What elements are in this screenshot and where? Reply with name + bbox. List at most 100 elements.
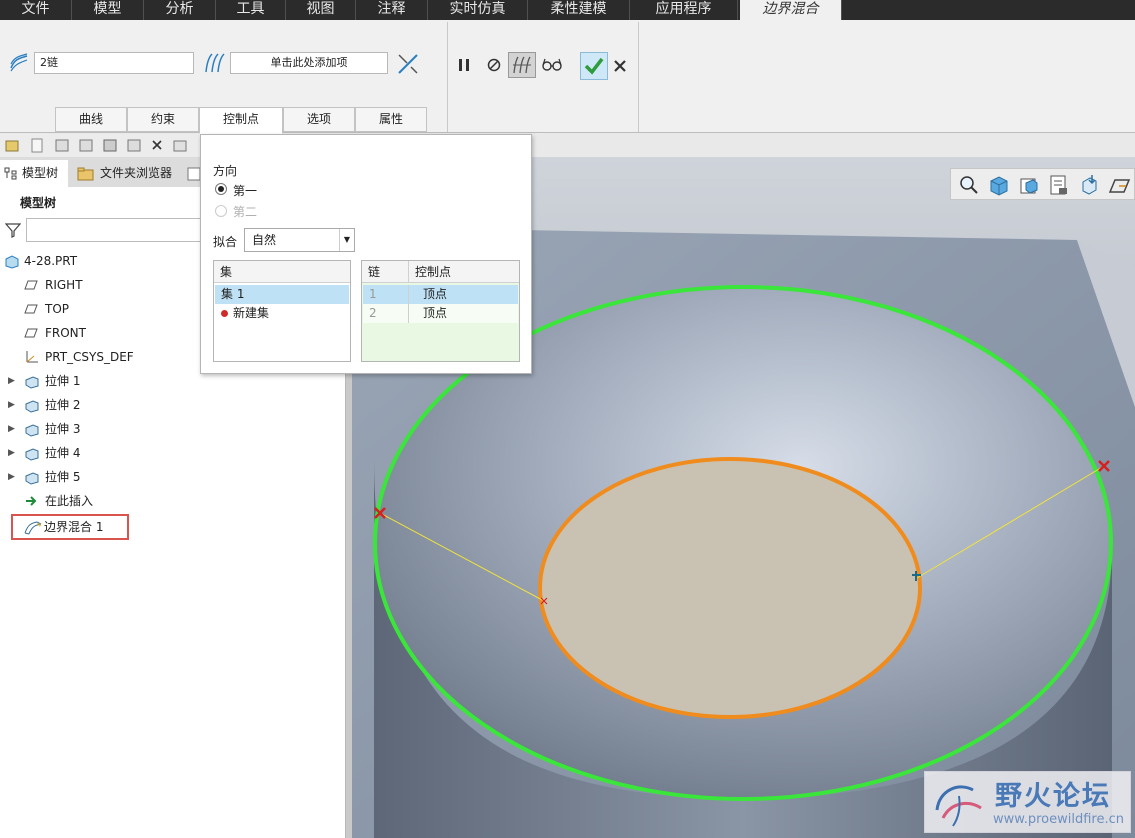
part-icon [5, 255, 19, 269]
menu-tab-file[interactable]: 文件 [0, 0, 72, 20]
tree-item-label: 拉伸 5 [45, 470, 81, 484]
extrude-icon [25, 424, 39, 437]
toggle-direction-icon[interactable] [396, 52, 420, 76]
tree-item-label: 4-28.PRT [24, 254, 78, 268]
expand-arrow-icon[interactable]: ▶ [8, 394, 15, 416]
folder-icon [77, 167, 94, 181]
menu-tab-boundary-blend[interactable]: 边界混合 [740, 0, 842, 20]
menu-tab-model[interactable]: 模型 [72, 0, 144, 20]
tab-model-tree[interactable]: 模型树 [0, 160, 68, 187]
direction-second-label: 第二 [233, 205, 258, 219]
fit-select[interactable]: 自然 ▼ [244, 228, 355, 252]
ribbon: 2链 单击此处添加项 曲线 约束 控制点 选项 属性 [0, 20, 1135, 134]
ribbon-separator [447, 22, 448, 132]
control-point-cell: 顶点 [423, 306, 448, 320]
csys-icon [26, 351, 38, 363]
tree-item-boundary-blend[interactable]: * 边界混合 1 [11, 514, 129, 540]
control-point-header: 控制点 [408, 261, 519, 283]
table-row[interactable]: 1 顶点 [363, 285, 518, 304]
verify-glasses-icon[interactable] [541, 55, 563, 73]
cancel-x-icon[interactable] [612, 58, 628, 74]
expand-arrow-icon[interactable]: ▶ [8, 442, 15, 464]
cell-divider [408, 304, 409, 323]
subtab-options[interactable]: 选项 [283, 107, 355, 132]
appearance-icon[interactable] [1077, 173, 1101, 197]
menu-tab-simulation[interactable]: 实时仿真 [428, 0, 528, 20]
datum-plane-icon [24, 280, 38, 290]
sets-header: 集 [214, 261, 350, 283]
tree-item-label: 边界混合 1 [44, 520, 104, 534]
menu-tab-annotate[interactable]: 注释 [356, 0, 428, 20]
subtab-control-points[interactable]: 控制点 [199, 107, 283, 134]
tree-filter-input[interactable] [26, 218, 201, 242]
menu-tab-analysis[interactable]: 分析 [144, 0, 216, 20]
second-direction-icon[interactable] [202, 52, 226, 74]
pause-icon[interactable] [455, 56, 473, 74]
tree-item-label: PRT_CSYS_DEF [45, 350, 134, 364]
new-set-item[interactable]: 新建集 [215, 304, 349, 323]
tab-folder-browser-label: 文件夹浏览器 [100, 166, 173, 180]
boundary-blend-icon: * [24, 521, 42, 535]
model-tree-title: 模型树 [20, 196, 57, 210]
sketch-plane-icon[interactable] [1108, 173, 1132, 197]
geometry-preview-button[interactable] [508, 52, 536, 78]
model-tree-toolbar [0, 134, 200, 157]
fit-label: 拟合 [213, 235, 238, 249]
menu-tab-flexible-modeling[interactable]: 柔性建模 [528, 0, 630, 20]
set-item-1[interactable]: 集 1 [215, 285, 349, 304]
saved-views-icon[interactable] [1017, 173, 1041, 197]
tab-folder-browser[interactable]: 文件夹浏览器 [72, 160, 180, 187]
second-direction-field[interactable]: 单击此处添加项 [230, 52, 388, 74]
direction-second-radio[interactable] [215, 205, 227, 217]
control-points-panel: 方向 第一 第二 拟合 自然 ▼ 集 集 1 新建集 链 控制点 1 顶点 2 … [200, 134, 532, 374]
direction-first-label: 第一 [233, 184, 258, 198]
toolbar-icons [5, 138, 187, 153]
subtab-curves[interactable]: 曲线 [55, 107, 127, 132]
tree-item-label: 在此插入 [45, 494, 94, 508]
extrude-icon [25, 400, 39, 413]
tree-item-insert-here[interactable]: 在此插入 [24, 490, 304, 512]
no-preview-icon[interactable] [485, 56, 503, 74]
confirm-button[interactable] [580, 52, 608, 80]
datum-plane-icon [24, 328, 38, 338]
tab-model-tree-label: 模型树 [22, 166, 59, 180]
tree-item-label: 拉伸 2 [45, 398, 81, 412]
subtab-properties[interactable]: 属性 [355, 107, 427, 132]
chain-header: 链 [362, 261, 408, 283]
expand-arrow-icon[interactable]: ▶ [8, 466, 15, 488]
expand-arrow-icon[interactable]: ▶ [8, 370, 15, 392]
forum-watermark: 野火论坛 www.proewildfire.cn [924, 771, 1131, 833]
new-set-label: 新建集 [233, 306, 270, 320]
cell-divider [408, 285, 409, 304]
chain-cell: 2 [369, 306, 377, 320]
chevron-down-icon: ▼ [339, 229, 354, 251]
shading-icon[interactable] [987, 173, 1011, 197]
tree-item-extrude-3[interactable]: ▶ 拉伸 3 [8, 418, 298, 440]
control-points-table: 链 控制点 1 顶点 2 顶点 [361, 260, 520, 362]
tree-item-label: 拉伸 3 [45, 422, 81, 436]
watermark-title: 野火论坛 [995, 781, 1111, 812]
extrude-icon [25, 448, 39, 461]
inner-curve[interactable] [538, 457, 922, 719]
tree-item-extrude-2[interactable]: ▶ 拉伸 2 [8, 394, 298, 416]
table-row[interactable]: 2 顶点 [363, 304, 518, 323]
layers-icon[interactable] [1047, 173, 1071, 197]
menu-tab-view[interactable]: 视图 [286, 0, 356, 20]
tree-item-extrude-5[interactable]: ▶ 拉伸 5 [8, 466, 298, 488]
tree-item-label: TOP [45, 302, 70, 316]
direction-first-radio[interactable] [215, 183, 227, 195]
zoom-icon[interactable] [958, 174, 980, 196]
menu-tab-applications[interactable]: 应用程序 [630, 0, 738, 20]
menu-tab-tools[interactable]: 工具 [216, 0, 286, 20]
svg-text:*: * [37, 522, 42, 532]
first-direction-icon[interactable] [8, 52, 30, 74]
tree-item-extrude-4[interactable]: ▶ 拉伸 4 [8, 442, 298, 464]
filter-icon[interactable] [5, 222, 21, 238]
first-direction-field[interactable]: 2链 [34, 52, 194, 74]
expand-arrow-icon[interactable]: ▶ [8, 418, 15, 440]
extrude-icon [25, 472, 39, 485]
new-set-dot-icon [221, 310, 228, 317]
extrude-icon [25, 376, 39, 389]
subtab-constraints[interactable]: 约束 [127, 107, 199, 132]
favorites-icon [187, 167, 201, 181]
